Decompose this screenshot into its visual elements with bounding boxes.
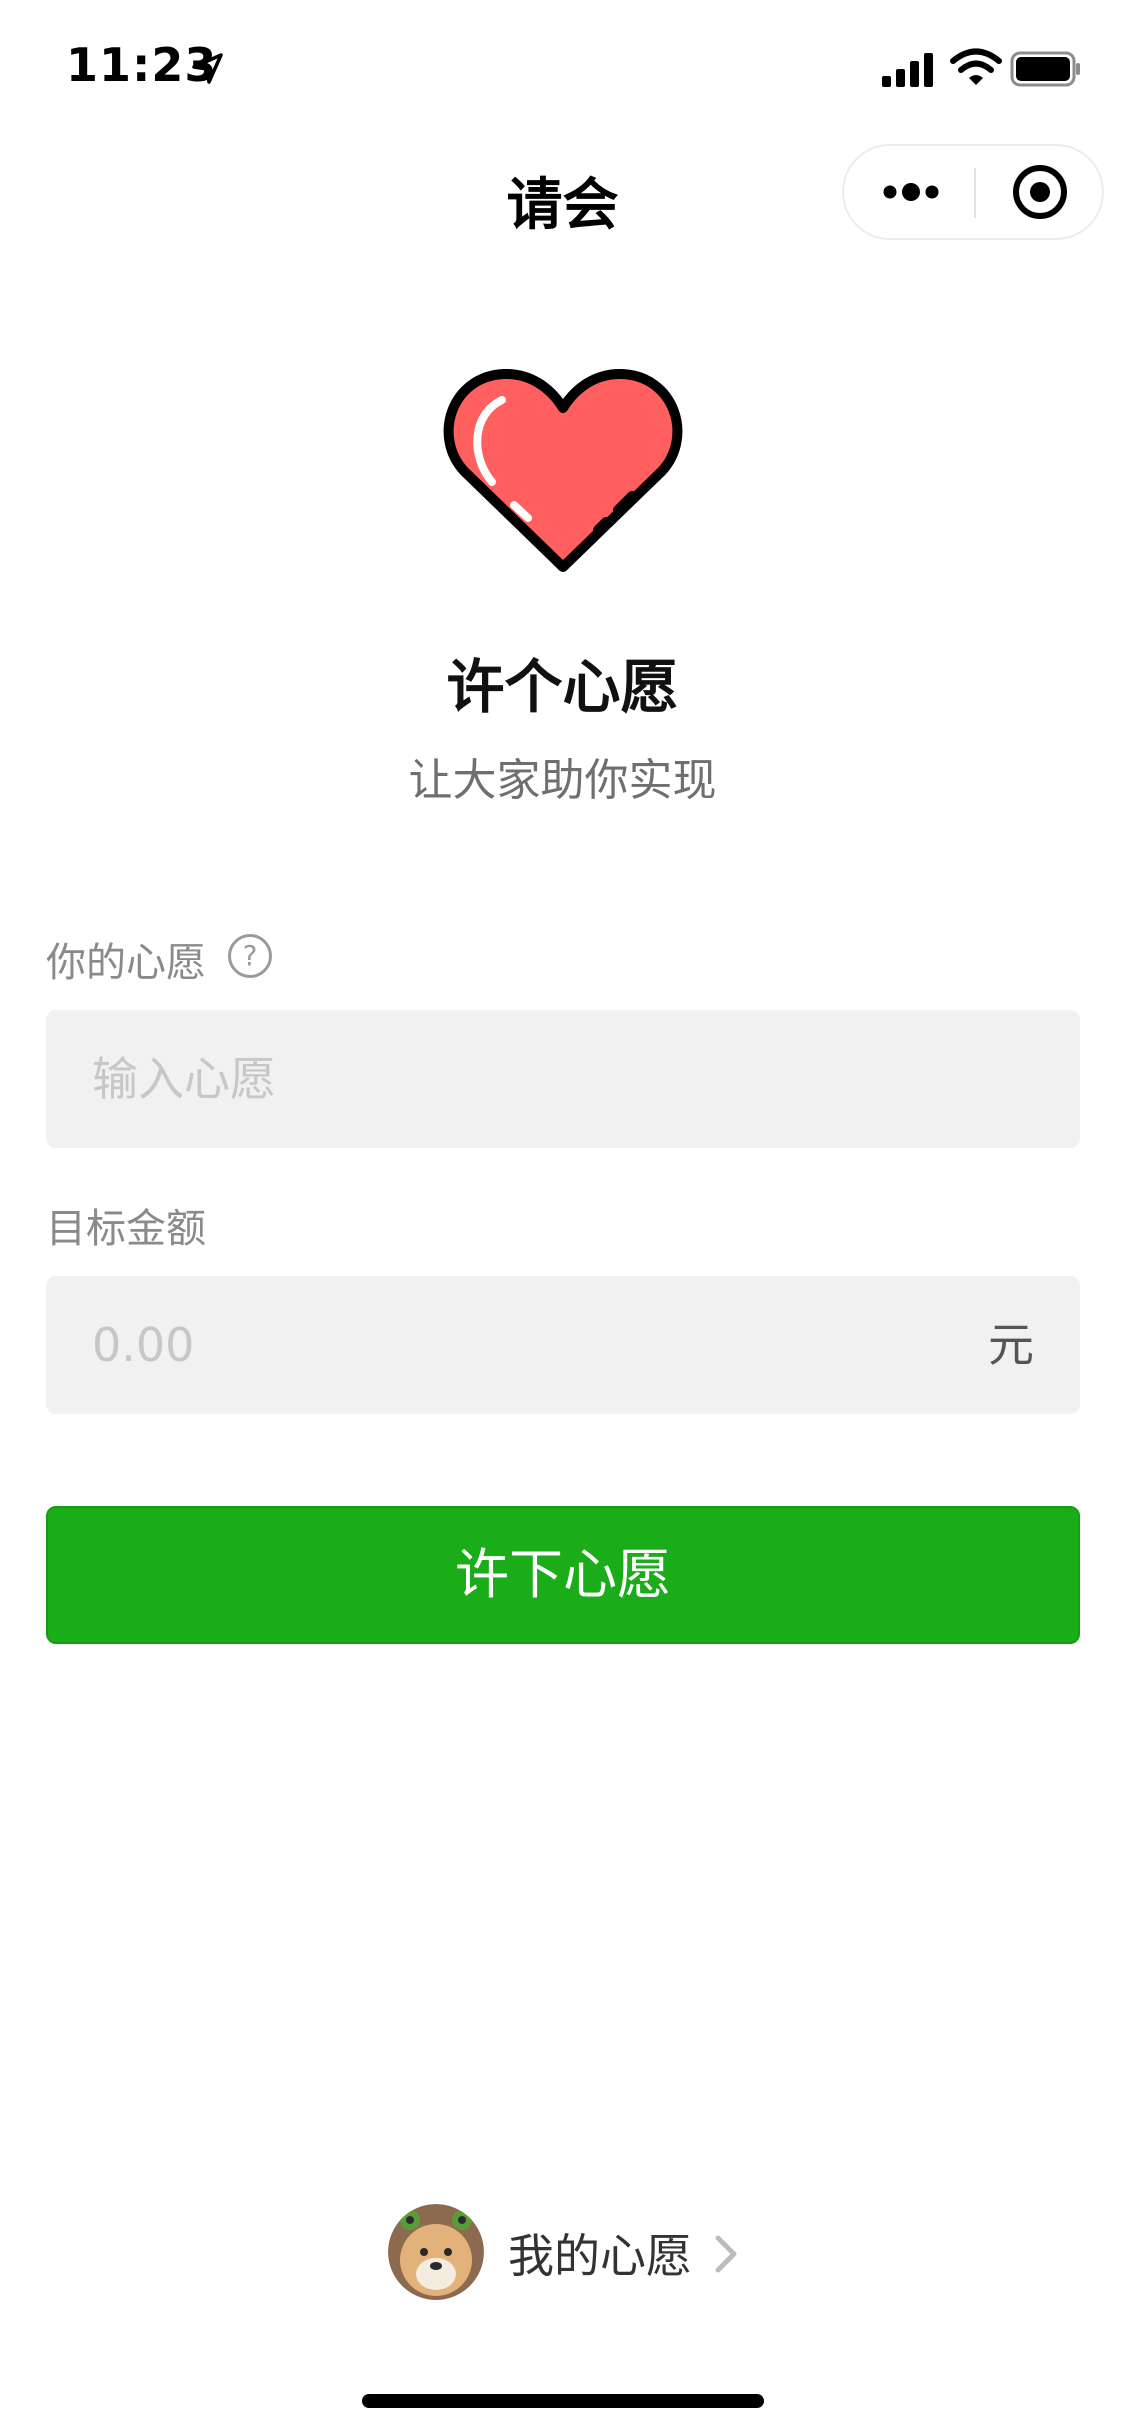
amount-unit: 元 — [988, 1318, 1034, 1372]
wish-input[interactable]: 输入心愿 — [46, 1010, 1080, 1148]
screen: 11:23 请会 许个心愿 让大家助你实现 你的心愿 ? 输入心愿 目标金额 0… — [0, 0, 1125, 2436]
signal-icon — [882, 53, 933, 87]
wish-input-placeholder: 输入心愿 — [92, 1052, 276, 1106]
my-wish-label: 我的心愿 — [508, 2229, 692, 2283]
amount-input-placeholder: 0.00 — [92, 1318, 195, 1372]
help-icon[interactable]: ? — [228, 934, 272, 978]
home-indicator[interactable] — [362, 2394, 764, 2408]
status-bar: 11:23 — [0, 0, 1125, 132]
hero-title: 许个心愿 — [446, 653, 679, 721]
avatar — [388, 2204, 484, 2300]
amount-label: 目标金额 — [46, 1206, 206, 1252]
amount-input[interactable]: 0.00 元 — [46, 1276, 1080, 1414]
heart-icon — [443, 369, 683, 572]
chevron-right-icon — [715, 2235, 737, 2273]
my-wish-link[interactable]: 我的心愿 — [388, 2200, 748, 2304]
battery-icon — [1010, 51, 1080, 87]
wifi-icon — [950, 48, 1002, 85]
wish-label: 你的心愿 — [46, 940, 206, 986]
hero-subtitle: 让大家助你实现 — [408, 755, 717, 806]
location-arrow-icon — [192, 53, 223, 84]
more-icon[interactable] — [844, 146, 974, 238]
submit-wish-button[interactable]: 许下心愿 — [46, 1506, 1080, 1644]
close-target-icon[interactable] — [976, 146, 1104, 238]
mini-program-capsule — [842, 144, 1104, 240]
